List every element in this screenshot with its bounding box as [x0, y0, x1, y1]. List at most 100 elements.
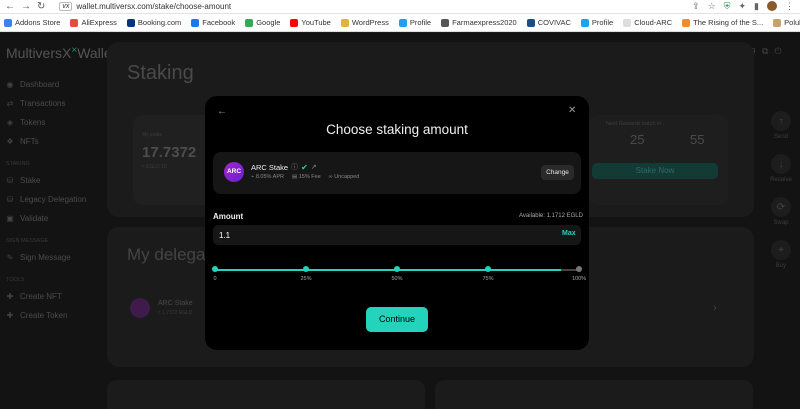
bookmark-favicon-icon — [623, 18, 632, 27]
bookmark-label: The Rising of the S... — [693, 18, 764, 27]
action-label: Swap — [773, 220, 789, 226]
sidebar: ◉ Dashboard ⇄ Transactions ◈ Tokens ❖ NFTs STAKI… — [0, 75, 100, 325]
sidebar-item-nfts[interactable]: ❖ NFTs — [0, 132, 100, 151]
site-info-badge[interactable]: vx — [59, 2, 73, 11]
sidebar-section-heading: TOOLS — [6, 277, 25, 283]
extension-area: ⇪ ☆ ⛨ ✦ ▮ ⋮ — [692, 1, 800, 12]
sidebar-item-label: NFTs — [20, 137, 39, 146]
sidebar-item-tokens[interactable]: ◈ Tokens — [0, 113, 100, 132]
provider-name: ARC Stake — [251, 162, 289, 172]
browser-nav: ← → ↻ — [0, 1, 45, 12]
continue-button[interactable]: Continue — [366, 307, 428, 332]
sidebar-item-label: Validate — [20, 214, 49, 223]
share-icon[interactable]: ⇪ — [692, 1, 700, 12]
address-bar[interactable]: vx wallet.multiversx.com/stake/choose-am… — [59, 2, 231, 11]
slider-fill — [215, 269, 561, 271]
bookmark-item[interactable]: Profile — [580, 18, 613, 27]
send-action-button[interactable]: ↑ Send — [762, 111, 800, 140]
bookmark-favicon-icon — [245, 18, 254, 27]
bookmark-label: COVIVAC — [537, 18, 571, 27]
staking-title: Staking — [127, 62, 194, 84]
fee-text: ▤ 15% Fee — [291, 174, 321, 180]
external-link-icon[interactable]: ↗ — [311, 163, 317, 171]
bookmark-item[interactable]: Cloud-ARC — [623, 18, 672, 27]
sidebar-item-label: Transactions — [20, 99, 66, 108]
bookmark-item[interactable]: AliExpress — [70, 18, 117, 27]
sidebar-item-sign-message[interactable]: ✎ Sign Message — [0, 248, 100, 267]
slider-step-marker[interactable] — [394, 266, 400, 272]
swap-action-button[interactable]: ⟳ Swap — [762, 197, 800, 226]
bookmark-item[interactable]: Google — [245, 18, 280, 27]
bookmark-favicon-icon — [441, 18, 450, 27]
bookmark-label: WordPress — [351, 18, 389, 27]
menu-dots-icon[interactable]: ⋮ — [785, 1, 794, 12]
slider-step-marker[interactable] — [576, 266, 582, 272]
bookmark-item[interactable]: WordPress — [340, 18, 389, 27]
url-text[interactable]: wallet.multiversx.com/stake/choose-amoun… — [76, 2, 231, 11]
bookmark-item[interactable]: Facebook — [191, 18, 235, 27]
slider-step-marker[interactable] — [212, 266, 218, 272]
amount-input[interactable] — [213, 225, 581, 245]
bookmark-item[interactable]: Polul sud si polul n... — [773, 18, 800, 27]
bookmark-item[interactable]: Booking.com — [126, 18, 181, 27]
slider-step-marker[interactable] — [303, 266, 309, 272]
sidebar-section-heading: SIGN MESSAGE — [6, 238, 49, 244]
brand-logo[interactable]: MultiversX×Wallet — [6, 45, 116, 61]
bookmark-favicon-icon — [340, 18, 349, 27]
copy-icon[interactable]: ⧉ — [762, 46, 768, 57]
bookmark-item[interactable]: Profile — [398, 18, 431, 27]
bookmark-item[interactable]: COVIVAC — [526, 18, 571, 27]
back-arrow-icon[interactable]: ← — [217, 106, 227, 117]
profile-avatar[interactable] — [767, 1, 777, 11]
shield-extension-icon[interactable]: ⛨ — [724, 1, 731, 12]
bookmark-label: Facebook — [202, 18, 236, 27]
stat-label: My stake — [142, 132, 163, 138]
bookmark-label: Google — [256, 18, 281, 27]
sidebar-item-dashboard[interactable]: ◉ Dashboard — [0, 75, 100, 94]
receive-icon: ↓ — [771, 154, 791, 174]
bookmark-item[interactable]: Addons Store — [4, 18, 60, 27]
max-button[interactable]: Max — [562, 230, 576, 237]
timer-label: Next Rewards batch in — [606, 121, 662, 127]
sidebar-item-label: Sign Message — [20, 253, 71, 262]
sidebar-item-create-nft[interactable]: ✚ Create NFT — [0, 287, 100, 306]
modal-title: Choose staking amount — [326, 122, 468, 137]
bookmark-label: Cloud-ARC — [634, 18, 673, 27]
sidebar-item-create-token[interactable]: ✚ Create Token — [0, 306, 100, 325]
slider-step-marker[interactable] — [485, 266, 491, 272]
reload-icon[interactable]: ↻ — [37, 1, 45, 12]
bookmark-label: AliExpress — [81, 18, 117, 27]
chevron-right-icon[interactable]: › — [713, 302, 717, 314]
logout-icon[interactable]: ⏻ — [774, 46, 781, 57]
bookmark-favicon-icon — [580, 18, 589, 27]
sidebar-icon[interactable]: ▮ — [754, 1, 759, 12]
tokens-icon: ◈ — [6, 118, 14, 127]
browser-toolbar: ← → ↻ vx wallet.multiversx.com/stake/cho… — [0, 0, 800, 14]
buy-action-button[interactable]: + Buy — [762, 240, 800, 269]
receive-action-button[interactable]: ↓ Receive — [762, 154, 800, 183]
amount-slider[interactable] — [212, 266, 582, 273]
info-icon[interactable]: ⓘ — [291, 162, 298, 172]
transactions-icon: ⇄ — [6, 99, 14, 108]
sidebar-item-validate[interactable]: ▣ Validate — [0, 209, 100, 228]
sidebar-item-transactions[interactable]: ⇄ Transactions — [0, 94, 100, 113]
bookmark-star-icon[interactable]: ☆ — [708, 1, 716, 12]
forward-icon[interactable]: → — [21, 1, 31, 12]
brand-name: MultiversX — [6, 45, 72, 61]
sidebar-item-label: Tokens — [20, 118, 46, 127]
slider-step-label: 25% — [300, 276, 312, 282]
puzzle-extension-icon[interactable]: ✦ — [739, 1, 747, 12]
bookmark-item[interactable]: Farmaexpress2020 — [441, 18, 517, 27]
bookmark-item[interactable]: The Rising of the S... — [682, 18, 763, 27]
sidebar-item-label: Stake — [20, 176, 41, 185]
bookmark-label: Farmaexpress2020 — [452, 18, 517, 27]
close-icon[interactable]: ✕ — [568, 105, 576, 116]
stake-now-button[interactable]: Stake Now — [592, 163, 718, 179]
bookmark-favicon-icon — [290, 18, 299, 27]
sidebar-item-legacy-delegation[interactable]: ⛁ Legacy Delegation — [0, 190, 100, 209]
available-balance: Available: 1.1712 EGLD — [519, 213, 583, 219]
sidebar-item-stake[interactable]: ⛁ Stake — [0, 171, 100, 190]
back-icon[interactable]: ← — [5, 1, 15, 12]
bookmark-item[interactable]: YouTube — [290, 18, 331, 27]
change-provider-button[interactable]: Change — [541, 165, 574, 180]
